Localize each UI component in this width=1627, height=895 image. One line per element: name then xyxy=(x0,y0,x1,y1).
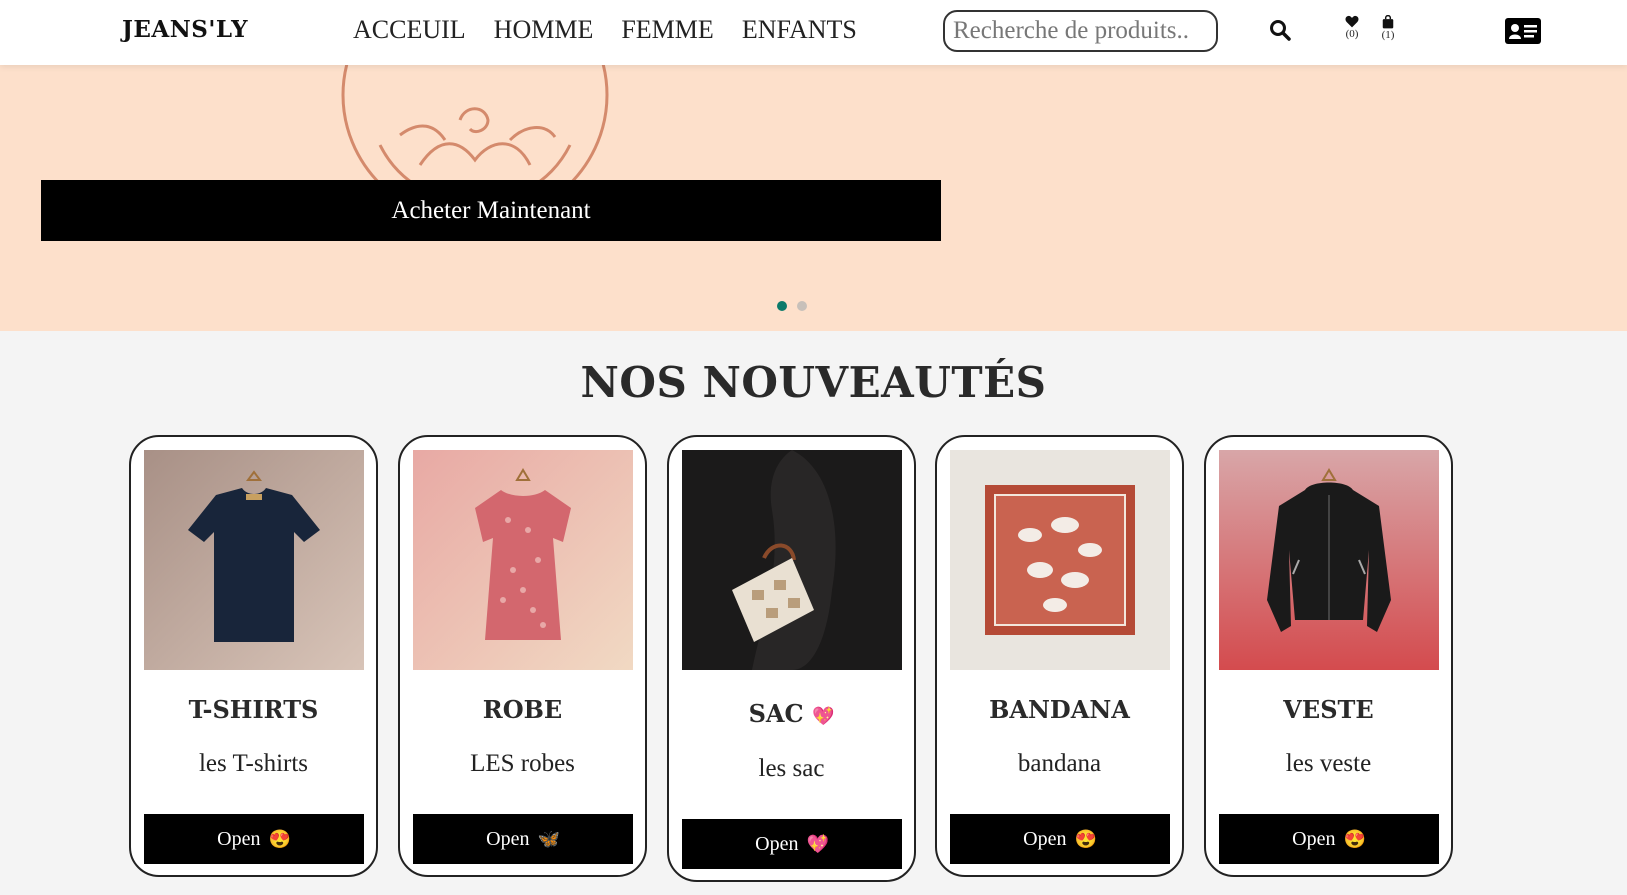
product-title: VESTE xyxy=(1283,695,1374,724)
nav-item-enfants[interactable]: ENFANTS xyxy=(742,15,857,45)
nav-item-homme[interactable]: HOMME xyxy=(494,15,594,45)
product-card-tshirts: T-SHIRTS les T-shirts Open 😍 xyxy=(129,435,378,877)
open-button[interactable]: Open 🦋 xyxy=(413,814,633,864)
main-nav: ACCEUIL HOMME FEMME ENFANTS xyxy=(353,15,857,45)
product-card-sac: SAC 💖 les sac Open 💖 xyxy=(667,435,916,882)
carousel-dot-2[interactable] xyxy=(797,301,807,311)
open-button-label: Open xyxy=(1023,827,1067,850)
open-button-label: Open xyxy=(217,827,261,850)
cart-button[interactable]: (1) xyxy=(1375,15,1401,47)
product-image-bag xyxy=(682,450,902,670)
button-emoji: 💖 xyxy=(806,833,829,854)
product-subtitle: bandana xyxy=(1017,750,1102,777)
cart-count: (1) xyxy=(1381,29,1395,41)
open-button-label: Open xyxy=(486,827,530,850)
product-image-tshirt xyxy=(144,450,364,670)
title-emoji: 💖 xyxy=(812,706,835,727)
brand-logo[interactable]: JEANS'LY xyxy=(122,16,248,43)
button-emoji: 😍 xyxy=(1074,828,1097,849)
product-subtitle: les sac xyxy=(758,755,825,782)
product-card-veste: VESTE les veste Open 😍 xyxy=(1204,435,1453,877)
button-emoji: 😍 xyxy=(268,828,291,849)
product-title-text: SAC xyxy=(748,699,804,728)
hero-banner: Acheter Maintenant xyxy=(0,65,1627,331)
product-title: T-SHIRTS xyxy=(188,695,319,724)
wishlist-button[interactable]: (0) xyxy=(1339,15,1365,47)
product-card-bandana: BANDANA bandana Open 😍 xyxy=(935,435,1184,877)
search-input[interactable] xyxy=(943,10,1218,52)
product-image-dress xyxy=(413,450,633,670)
open-button-label: Open xyxy=(1292,827,1336,850)
open-button[interactable]: Open 😍 xyxy=(950,814,1170,864)
open-button[interactable]: Open 💖 xyxy=(682,819,902,869)
nav-item-femme[interactable]: FEMME xyxy=(621,15,713,45)
buy-now-button[interactable]: Acheter Maintenant xyxy=(41,180,941,241)
product-title: ROBE xyxy=(482,695,563,724)
product-title: SAC 💖 xyxy=(669,699,914,728)
product-image-bandana xyxy=(950,450,1170,670)
button-emoji: 🦋 xyxy=(537,828,560,849)
section-title: NOS NOUVEAUTÉS xyxy=(580,358,1047,407)
wishlist-count: (0) xyxy=(1345,28,1359,40)
carousel-dots xyxy=(777,301,807,311)
product-subtitle: LES robes xyxy=(470,750,575,777)
shopping-bag-icon xyxy=(1382,15,1394,29)
open-button[interactable]: Open 😍 xyxy=(1219,814,1439,864)
product-image-jacket xyxy=(1219,450,1439,670)
search-icon[interactable] xyxy=(1268,18,1294,44)
product-subtitle: les T-shirts xyxy=(198,750,309,777)
carousel-dot-1[interactable] xyxy=(777,301,787,311)
product-card-robe: ROBE LES robes Open 🦋 xyxy=(398,435,647,877)
top-navbar: JEANS'LY ACCEUIL HOMME FEMME ENFANTS (0)… xyxy=(0,0,1627,65)
product-subtitle: les veste xyxy=(1285,750,1372,777)
product-title: BANDANA xyxy=(989,695,1130,724)
open-button[interactable]: Open 😍 xyxy=(144,814,364,864)
id-card-icon[interactable] xyxy=(1505,16,1541,46)
nav-item-acceuil[interactable]: ACCEUIL xyxy=(353,15,466,45)
heart-icon xyxy=(1345,15,1359,28)
button-emoji: 😍 xyxy=(1343,828,1366,849)
open-button-label: Open xyxy=(755,832,799,855)
